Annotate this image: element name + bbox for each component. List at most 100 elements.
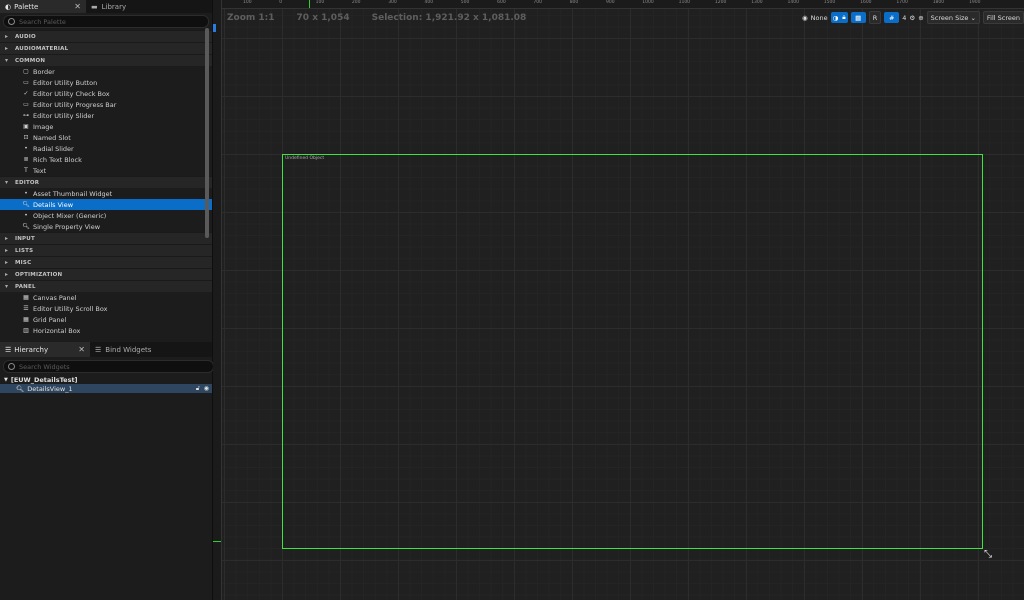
- left-panel: ◐ Palette ✕ ▬ Library Search Palette ▸ AU…: [0, 0, 214, 600]
- palette-category[interactable]: ▾ COMMON: [0, 54, 212, 66]
- palette-item-label: Radial Slider: [33, 144, 74, 153]
- button-icon: ▭: [23, 79, 29, 86]
- respect-locks-button[interactable]: ◑ 🔒︎: [830, 12, 848, 23]
- palette-item-label: Single Property View: [33, 222, 101, 231]
- zoom-label: Zoom 1:1: [227, 13, 275, 23]
- palette-category[interactable]: ▸ AUDIO: [0, 30, 212, 42]
- palette-search-placeholder: Search Palette: [19, 17, 66, 26]
- ruler-tick-label: 700: [533, 0, 542, 5]
- tab-library[interactable]: ▬ Library: [86, 0, 131, 13]
- palette-item-label: Details View: [33, 200, 74, 209]
- slider-icon: ⊶: [23, 112, 29, 119]
- tree-root[interactable]: ▼ [EUW_DetailsTest]: [0, 375, 212, 384]
- grid-panel-icon: ▦: [23, 316, 29, 323]
- hierarchy-search-input[interactable]: Search Widgets: [3, 360, 214, 373]
- ruler-tick-label: 200: [351, 0, 361, 5]
- tree-item-label: DetailsView_1: [27, 384, 73, 393]
- palette-item-label: Editor Utility Slider: [33, 111, 95, 120]
- ruler-tick-label: 1600: [860, 0, 872, 5]
- palette-category-label: OPTIMIZATION: [15, 271, 63, 278]
- border-icon: ▢: [23, 68, 29, 75]
- palette-item[interactable]: 🔍︎ Details View: [0, 199, 212, 210]
- palette-category[interactable]: ▸ OPTIMIZATION: [0, 268, 212, 280]
- hierarchy-search-placeholder: Search Widgets: [19, 362, 70, 371]
- grid-snap-button[interactable]: #: [884, 12, 900, 23]
- palette-item[interactable]: ✓ Editor Utility Check Box: [0, 88, 212, 99]
- canvas-infobar: Zoom 1:1 70 x 1,054 Selection: 1,921.92 …: [227, 13, 526, 23]
- widget-frame[interactable]: Undefined Object: [282, 154, 983, 549]
- screen-size-dropdown[interactable]: Screen Size ⌄: [926, 11, 980, 24]
- palette-item[interactable]: ☰ Editor Utility Scroll Box: [0, 303, 212, 314]
- chevron-right-icon: ▸: [5, 45, 9, 52]
- palette-search-input[interactable]: Search Palette: [3, 15, 209, 28]
- palette-item[interactable]: ▭ Editor Utility Button: [0, 77, 212, 88]
- palette-category[interactable]: ▾ PANEL: [0, 280, 212, 292]
- grid-count: 4: [902, 13, 907, 22]
- progress-bar-icon: ▭: [23, 101, 29, 108]
- palette-item[interactable]: ▥ Horizontal Box: [0, 325, 212, 336]
- palette-item[interactable]: ⊶ Editor Utility Slider: [0, 110, 212, 121]
- palette-category[interactable]: ▸ MISC: [0, 256, 212, 268]
- bind-widgets-icon: ☰: [95, 345, 102, 354]
- palette-item[interactable]: ▣ Image: [0, 121, 212, 132]
- palette-item-label: Editor Utility Button: [33, 78, 98, 87]
- palette-category[interactable]: ▾ EDITOR: [0, 176, 212, 188]
- palette-category-label: MISC: [15, 259, 32, 266]
- palette-item[interactable]: ⊡ Named Slot: [0, 132, 212, 143]
- palette-item[interactable]: 🔍︎ Single Property View: [0, 221, 212, 232]
- canvas-toolbar: ◉ None ◑ 🔒︎ ▦ R # 4 ⚙ ⊕ Screen Size ⌄ Fi…: [802, 11, 1024, 24]
- designer-canvas[interactable]: 100 0 100 200 300 400 500 600 700 800 900 1000 1100 1…: [213, 0, 1024, 600]
- palette-item-label: Editor Utility Scroll Box: [33, 304, 108, 313]
- palette-item[interactable]: ▦ Grid Panel: [0, 314, 212, 325]
- canvas-panel-icon: ▦: [23, 294, 29, 301]
- tab-bind-widgets[interactable]: ☰ Bind Widgets: [90, 342, 156, 357]
- tab-bind-widgets-label: Bind Widgets: [105, 345, 152, 354]
- palette-tabbar: ◐ Palette ✕ ▬ Library: [0, 0, 212, 13]
- dot-icon: •: [24, 190, 28, 197]
- ruler-tick-label: 1100: [678, 0, 691, 5]
- palette-scrollbar[interactable]: [205, 28, 209, 238]
- tree-item-details-view[interactable]: 🔍︎ DetailsView_1 🔓︎ ◉: [0, 384, 212, 393]
- lock-icon[interactable]: 🔓︎: [196, 385, 200, 393]
- size-label: 70 x 1,054: [296, 13, 350, 23]
- palette-item-label: Editor Utility Progress Bar: [33, 100, 117, 109]
- dpi-icon[interactable]: ⊕: [918, 12, 923, 23]
- ruler-top: 100 0 100 200 300 400 500 600 700 800 900 1000 1100 1…: [213, 0, 1024, 9]
- palette-item[interactable]: • Asset Thumbnail Widget: [0, 188, 212, 199]
- palette-icon: ◐: [5, 2, 12, 11]
- ruler-tick-label: 900: [606, 0, 615, 5]
- dot-icon: •: [24, 145, 28, 152]
- palette-item[interactable]: ▭ Editor Utility Progress Bar: [0, 99, 212, 110]
- hierarchy-icon: ☰: [5, 345, 12, 354]
- ruler-tick-label: 1800: [932, 0, 945, 5]
- close-icon[interactable]: ✕: [74, 2, 81, 11]
- tab-hierarchy[interactable]: ☰ Hierarchy ✕: [0, 342, 90, 357]
- resize-handle-icon[interactable]: ⤡: [984, 549, 992, 560]
- palette-item[interactable]: ≣ Rich Text Block: [0, 154, 212, 165]
- r-button[interactable]: R: [868, 11, 882, 24]
- chevron-right-icon: ▸: [5, 271, 9, 278]
- localization-icon[interactable]: ⚙: [909, 12, 915, 23]
- background-color-icon[interactable]: ◉: [802, 12, 808, 23]
- palette-item-label: Rich Text Block: [33, 155, 82, 164]
- tab-palette[interactable]: ◐ Palette ✕: [0, 0, 86, 13]
- ruler-tick-label: 0: [279, 0, 283, 5]
- magnifier-icon: 🔍︎: [22, 201, 30, 208]
- palette-category[interactable]: ▸ AUDIOMATERIAL: [0, 42, 212, 54]
- close-icon[interactable]: ✕: [78, 345, 85, 354]
- palette-item[interactable]: T Text: [0, 165, 212, 176]
- layout-toggle-button[interactable]: ▦: [850, 12, 866, 23]
- palette-category[interactable]: ▸ INPUT: [0, 232, 212, 244]
- chevron-down-icon: ▾: [5, 179, 9, 186]
- image-icon: ▣: [23, 123, 29, 130]
- palette-category[interactable]: ▸ LISTS: [0, 244, 212, 256]
- ruler-tick-label: 100: [243, 0, 252, 5]
- fill-screen-dropdown[interactable]: Fill Screen: [982, 11, 1024, 24]
- palette-item[interactable]: ▢ Border: [0, 66, 212, 77]
- palette-item[interactable]: • Radial Slider: [0, 143, 212, 154]
- palette-item[interactable]: • Object Mixer (Generic): [0, 210, 212, 221]
- palette-item-label: Object Mixer (Generic): [33, 211, 107, 220]
- chevron-down-icon: ▾: [5, 57, 9, 64]
- eye-icon[interactable]: ◉: [204, 385, 209, 393]
- palette-item[interactable]: ▦ Canvas Panel: [0, 292, 212, 303]
